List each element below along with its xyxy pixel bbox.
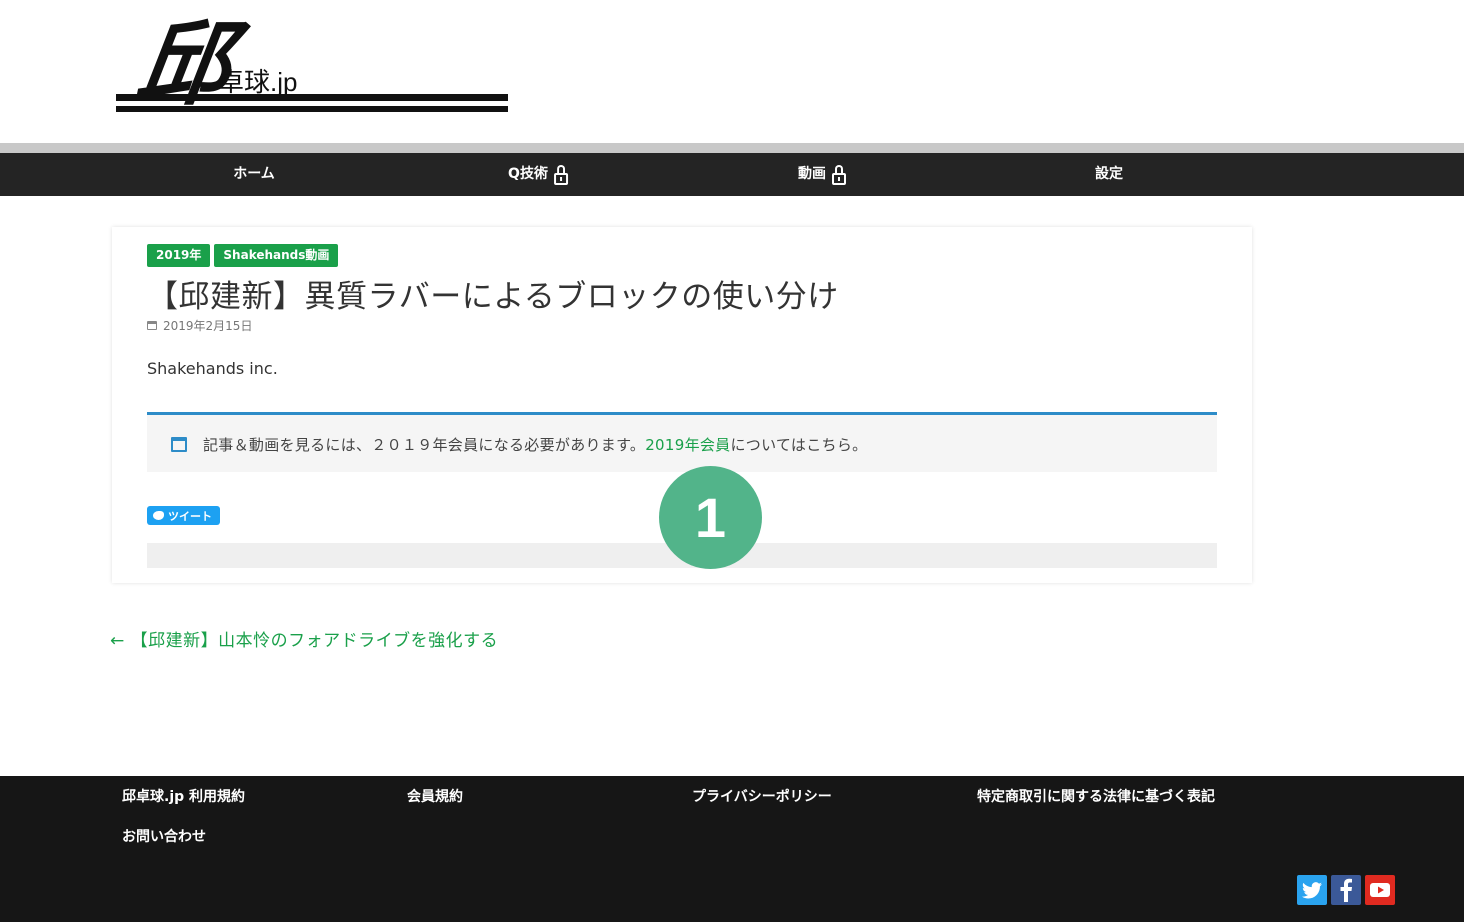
main-nav: ホーム Q技術 動画 設定 [0, 153, 1464, 196]
nav-item-settings[interactable]: 設定 [1095, 153, 1123, 196]
footer-link-contact[interactable]: お問い合わせ [122, 826, 206, 846]
site-logo[interactable]: 邱 卓球.jp [116, 10, 510, 140]
nav-item-label: 設定 [1095, 166, 1123, 182]
nav-item-label: ホーム [233, 166, 275, 182]
twitter-bird-icon [153, 511, 164, 520]
logo-bar [116, 106, 508, 112]
post-date-text: 2019年2月15日 [163, 319, 253, 333]
footer-link-privacy[interactable]: プライバシーポリシー [692, 786, 832, 806]
tag-shakehands-video[interactable]: Shakehands動画 [214, 244, 339, 267]
footer-link-terms[interactable]: 邱卓球.jp 利用規約 [122, 786, 245, 806]
nav-item-video[interactable]: 動画 [798, 153, 846, 196]
membership-link[interactable]: 2019年会員 [645, 436, 730, 454]
notice-text: 記事＆動画を見るには、２０１９年会員になる必要があります。2019年会員について… [203, 434, 867, 455]
window-icon [171, 437, 187, 452]
logo-bar [116, 94, 508, 101]
lock-icon [553, 164, 568, 185]
prev-post-link[interactable]: ← 【邱建新】山本怜のフォアドライブを強化する [110, 626, 498, 651]
facebook-icon[interactable] [1331, 875, 1361, 905]
nav-item-label: Q技術 [508, 166, 548, 182]
footer-link-member-terms[interactable]: 会員規約 [407, 786, 463, 806]
footer-link-commerce-law[interactable]: 特定商取引に関する法律に基づく表記 [977, 786, 1215, 806]
site-header: 邱 卓球.jp [0, 0, 1464, 143]
nav-item-q-technique[interactable]: Q技術 [508, 153, 568, 196]
calendar-icon [147, 321, 157, 330]
step-badge: 1 [659, 466, 762, 569]
twitter-icon[interactable] [1297, 875, 1327, 905]
membership-notice: 記事＆動画を見るには、２０１９年会員になる必要があります。2019年会員について… [147, 412, 1217, 472]
nav-item-label: 動画 [798, 166, 826, 182]
post-title: 【邱建新】異質ラバーによるブロックの使い分け [147, 279, 839, 315]
notice-text-after: についてはこちら。 [730, 436, 868, 454]
post-date: 2019年2月15日 [147, 317, 252, 334]
lock-icon [832, 164, 846, 185]
tweet-label: ツイート [168, 509, 212, 523]
nav-item-home[interactable]: ホーム [233, 153, 275, 196]
post-author: Shakehands inc. [147, 359, 278, 378]
site-footer: 邱卓球.jp 利用規約 会員規約 プライバシーポリシー 特定商取引に関する法律に… [0, 776, 1464, 922]
youtube-icon[interactable] [1365, 875, 1395, 905]
notice-text-before: 記事＆動画を見るには、２０１９年会員になる必要があります。 [203, 436, 646, 454]
tweet-button[interactable]: ツイート [147, 506, 220, 525]
post-tags: 2019年 Shakehands動画 [147, 244, 339, 267]
nav-stripe [0, 143, 1464, 153]
tag-2019[interactable]: 2019年 [147, 244, 211, 267]
